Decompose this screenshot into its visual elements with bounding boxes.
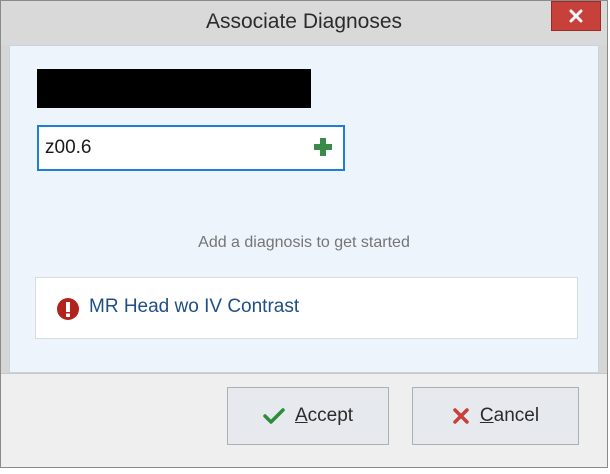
x-icon [452,407,470,425]
close-button[interactable] [551,1,601,31]
accept-button[interactable]: Accept [227,387,389,445]
add-diagnosis-icon[interactable] [313,137,333,157]
redacted-patient-info [37,69,311,108]
order-item[interactable]: MR Head wo IV Contrast [35,277,578,339]
empty-state-hint: Add a diagnosis to get started [198,234,410,251]
title-bar: Associate Diagnoses [1,1,607,45]
dialog-footer: Accept Cancel [1,373,607,467]
diagnosis-search-field[interactable] [37,125,345,171]
diagnosis-search-input[interactable] [45,127,295,169]
exclamation-circle-icon [57,298,79,320]
close-icon [569,9,583,23]
checkmark-icon [263,407,285,425]
accept-label: Accept [294,405,354,426]
dialog-title: Associate Diagnoses [205,10,403,33]
dialog-body: Add a diagnosis to get started MR Head w… [9,45,599,373]
cancel-button[interactable]: Cancel [412,387,579,445]
cancel-label: Cancel [479,405,540,426]
order-name[interactable]: MR Head wo IV Contrast [89,296,299,318]
associate-diagnoses-dialog: Associate Diagnoses Add a diagnosis to g… [0,0,608,468]
